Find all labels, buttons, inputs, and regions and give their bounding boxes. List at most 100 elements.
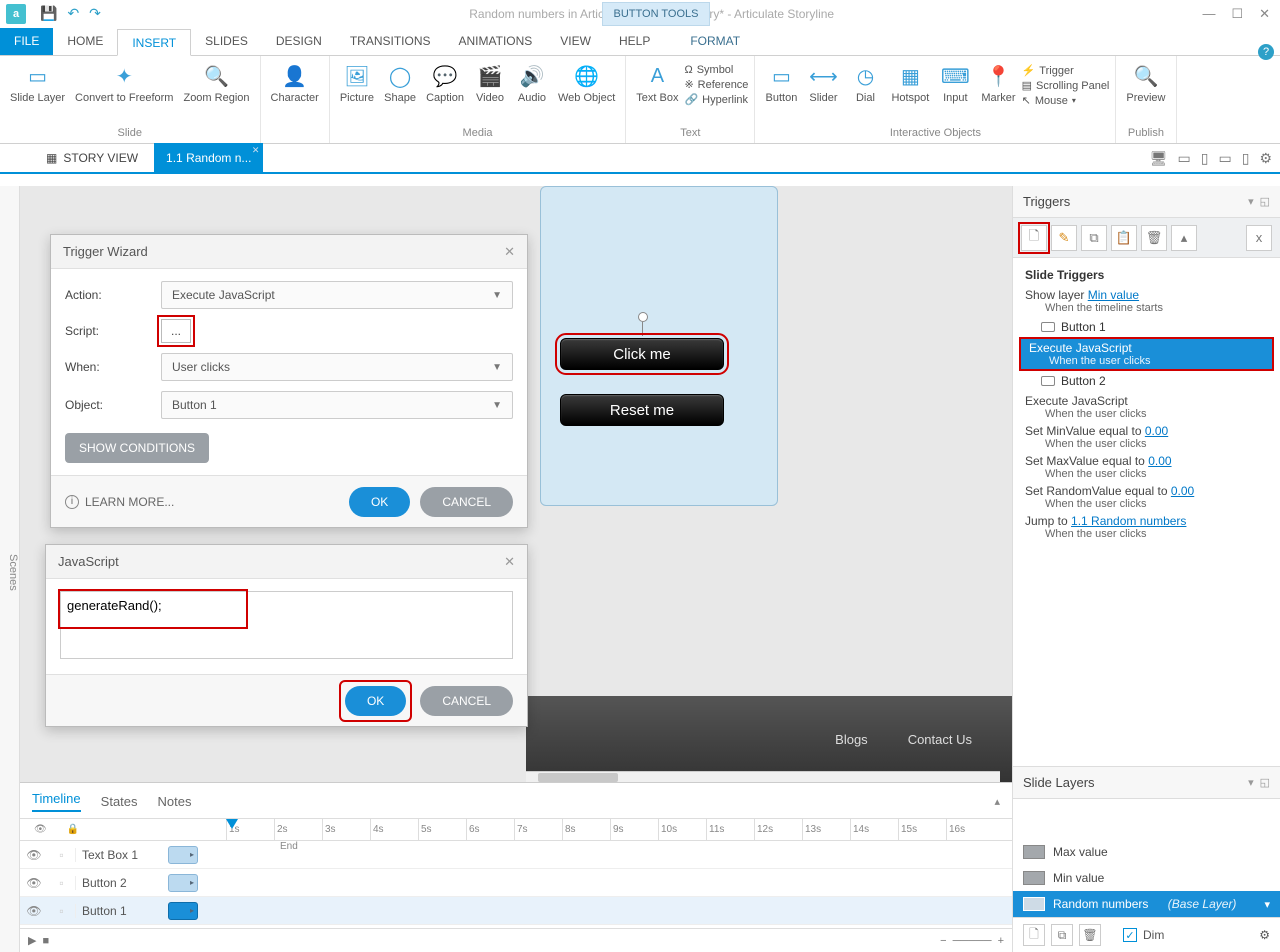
help-icon[interactable]: ?	[1258, 44, 1274, 60]
dialog-close-icon[interactable]: ✕	[504, 244, 515, 260]
audio-button[interactable]: 🔊Audio	[512, 60, 552, 107]
tab-format[interactable]: FORMAT	[676, 28, 754, 55]
symbol-button[interactable]: ΩSymbol	[684, 64, 748, 76]
object-select[interactable]: Button 1▼	[161, 391, 513, 419]
timeline-row[interactable]: 👁▫Text Box 1▸	[20, 841, 1012, 869]
trigger-button[interactable]: ⚡Trigger	[1022, 64, 1110, 77]
move-up-trigger-button[interactable]: ▴	[1171, 225, 1197, 251]
add-trigger-button[interactable]: 🗋	[1021, 225, 1047, 251]
trigger-object-button2[interactable]: Button 2	[1017, 370, 1276, 392]
trigger-set-random[interactable]: Set RandomValue equal to 0.00 When the u…	[1017, 482, 1276, 512]
jump-link[interactable]: 1.1 Random numbers	[1071, 514, 1186, 528]
js-ok-button[interactable]: OK	[345, 686, 406, 716]
tab-slides[interactable]: SLIDES	[191, 28, 262, 55]
timeline-row[interactable]: 👁▫Button 2▸	[20, 869, 1012, 897]
javascript-code-textarea[interactable]	[60, 591, 513, 659]
tab-transitions[interactable]: TRANSITIONS	[336, 28, 445, 55]
click-me-button[interactable]: Click me	[560, 338, 724, 370]
paste-trigger-button[interactable]: 📋	[1111, 225, 1137, 251]
slider-button[interactable]: ⟷Slider	[803, 60, 843, 107]
tab-insert[interactable]: INSERT	[117, 29, 191, 56]
rotation-handle[interactable]	[638, 312, 648, 322]
phone-landscape-icon[interactable]: ▭	[1218, 150, 1231, 167]
when-select[interactable]: User clicks▼	[161, 353, 513, 381]
layers-popout-icon[interactable]: ◱	[1260, 776, 1270, 789]
horizontal-scrollbar[interactable]	[526, 771, 1000, 782]
js-cancel-button[interactable]: CANCEL	[420, 686, 513, 716]
preview-button[interactable]: 🔍Preview	[1122, 60, 1169, 107]
layer-settings-icon[interactable]: ⚙	[1259, 928, 1270, 942]
trigger-ok-button[interactable]: OK	[349, 487, 410, 517]
trigger-b2-exec-js[interactable]: Execute JavaScriptWhen the user clicks	[1017, 392, 1276, 422]
expand-panel-icon[interactable]: ▴	[994, 795, 1000, 808]
text-box-button[interactable]: AText Box	[632, 60, 682, 107]
playhead[interactable]	[226, 819, 236, 829]
mouse-button[interactable]: ↖Mouse▾	[1022, 94, 1110, 107]
reset-me-button[interactable]: Reset me	[560, 394, 724, 426]
minimize-icon[interactable]: —	[1202, 6, 1215, 22]
variables-button[interactable]: x	[1246, 225, 1272, 251]
show-conditions-button[interactable]: SHOW CONDITIONS	[65, 433, 209, 463]
timeline-row[interactable]: 👁▫Button 1▸	[20, 897, 1012, 925]
hyperlink-button[interactable]: 🔗Hyperlink	[684, 93, 748, 106]
zoom-in-icon[interactable]: +	[998, 935, 1004, 947]
notes-tab[interactable]: Notes	[158, 794, 192, 809]
phone-portrait-icon[interactable]: ▯	[1242, 150, 1250, 167]
button-button[interactable]: ▭Button	[761, 60, 801, 107]
character-button[interactable]: 👤Character	[267, 60, 323, 107]
caption-button[interactable]: 💬Caption	[422, 60, 468, 107]
layer-expand-icon[interactable]: ▾	[1264, 898, 1270, 911]
gear-icon[interactable]: ⚙	[1259, 150, 1272, 167]
trigger-set-min[interactable]: Set MinValue equal to 0.00 When the user…	[1017, 422, 1276, 452]
layers-menu-icon[interactable]: ▾	[1248, 776, 1254, 789]
eye-header-icon[interactable]: 👁	[34, 824, 47, 835]
dim-checkbox[interactable]: ✓	[1123, 928, 1137, 942]
web-object-button[interactable]: 🌐Web Object	[554, 60, 619, 107]
hotspot-button[interactable]: ▦Hotspot	[887, 60, 933, 107]
story-view-tab[interactable]: ▦STORY VIEW	[30, 151, 154, 165]
action-select[interactable]: Execute JavaScript▼	[161, 281, 513, 309]
input-button[interactable]: ⌨Input	[935, 60, 975, 107]
close-tab-icon[interactable]: ✕	[252, 145, 260, 156]
picture-button[interactable]: 🖼Picture	[336, 60, 378, 107]
desktop-icon[interactable]: 🖥	[1150, 150, 1168, 167]
stop-icon[interactable]: ■	[42, 935, 49, 947]
maximize-icon[interactable]: ☐	[1231, 6, 1243, 22]
edit-trigger-button[interactable]: ✎	[1051, 225, 1077, 251]
save-icon[interactable]: 💾	[40, 5, 57, 22]
states-tab[interactable]: States	[101, 794, 138, 809]
tablet-portrait-icon[interactable]: ▯	[1201, 150, 1209, 167]
slide-layer-button[interactable]: ▭Slide Layer	[6, 60, 69, 107]
zoom-out-icon[interactable]: −	[940, 935, 946, 947]
undo-icon[interactable]: ↶	[67, 5, 79, 22]
close-icon[interactable]: ✕	[1259, 6, 1270, 22]
lock-header-icon[interactable]: 🔒	[67, 824, 79, 835]
delete-layer-button[interactable]: 🗑	[1079, 924, 1101, 946]
script-browse-button[interactable]: ...	[161, 319, 191, 343]
tab-file[interactable]: FILE	[0, 28, 53, 55]
panel-menu-icon[interactable]: ▾	[1248, 195, 1254, 208]
delete-trigger-button[interactable]: 🗑	[1141, 225, 1167, 251]
convert-freeform-button[interactable]: ✦Convert to Freeform	[71, 60, 177, 107]
scrolling-panel-button[interactable]: ▤Scrolling Panel	[1022, 79, 1110, 92]
reference-button[interactable]: ※Reference	[684, 78, 748, 91]
play-icon[interactable]: ▶	[28, 934, 36, 947]
duplicate-layer-button[interactable]: ⧉	[1051, 924, 1073, 946]
new-layer-button[interactable]: 🗋	[1023, 924, 1045, 946]
timeline-tab[interactable]: Timeline	[32, 791, 81, 812]
trigger-cancel-button[interactable]: CANCEL	[420, 487, 513, 517]
blogs-link[interactable]: Blogs	[835, 732, 868, 747]
layer-random-numbers[interactable]: Random numbers (Base Layer)▾	[1013, 891, 1280, 917]
tab-home[interactable]: HOME	[53, 28, 117, 55]
shape-button[interactable]: ◯Shape	[380, 60, 420, 107]
tab-design[interactable]: DESIGN	[262, 28, 336, 55]
trigger-jump[interactable]: Jump to 1.1 Random numbers When the user…	[1017, 512, 1276, 542]
layer-min-value[interactable]: Min value	[1013, 865, 1280, 891]
tab-help[interactable]: HELP	[605, 28, 664, 55]
tab-animations[interactable]: ANIMATIONS	[445, 28, 547, 55]
js-dialog-close-icon[interactable]: ✕	[504, 554, 515, 570]
panel-popout-icon[interactable]: ◱	[1260, 195, 1270, 208]
tab-view[interactable]: VIEW	[546, 28, 605, 55]
learn-more-link[interactable]: iLEARN MORE...	[65, 495, 174, 509]
contact-link[interactable]: Contact Us	[908, 732, 972, 747]
